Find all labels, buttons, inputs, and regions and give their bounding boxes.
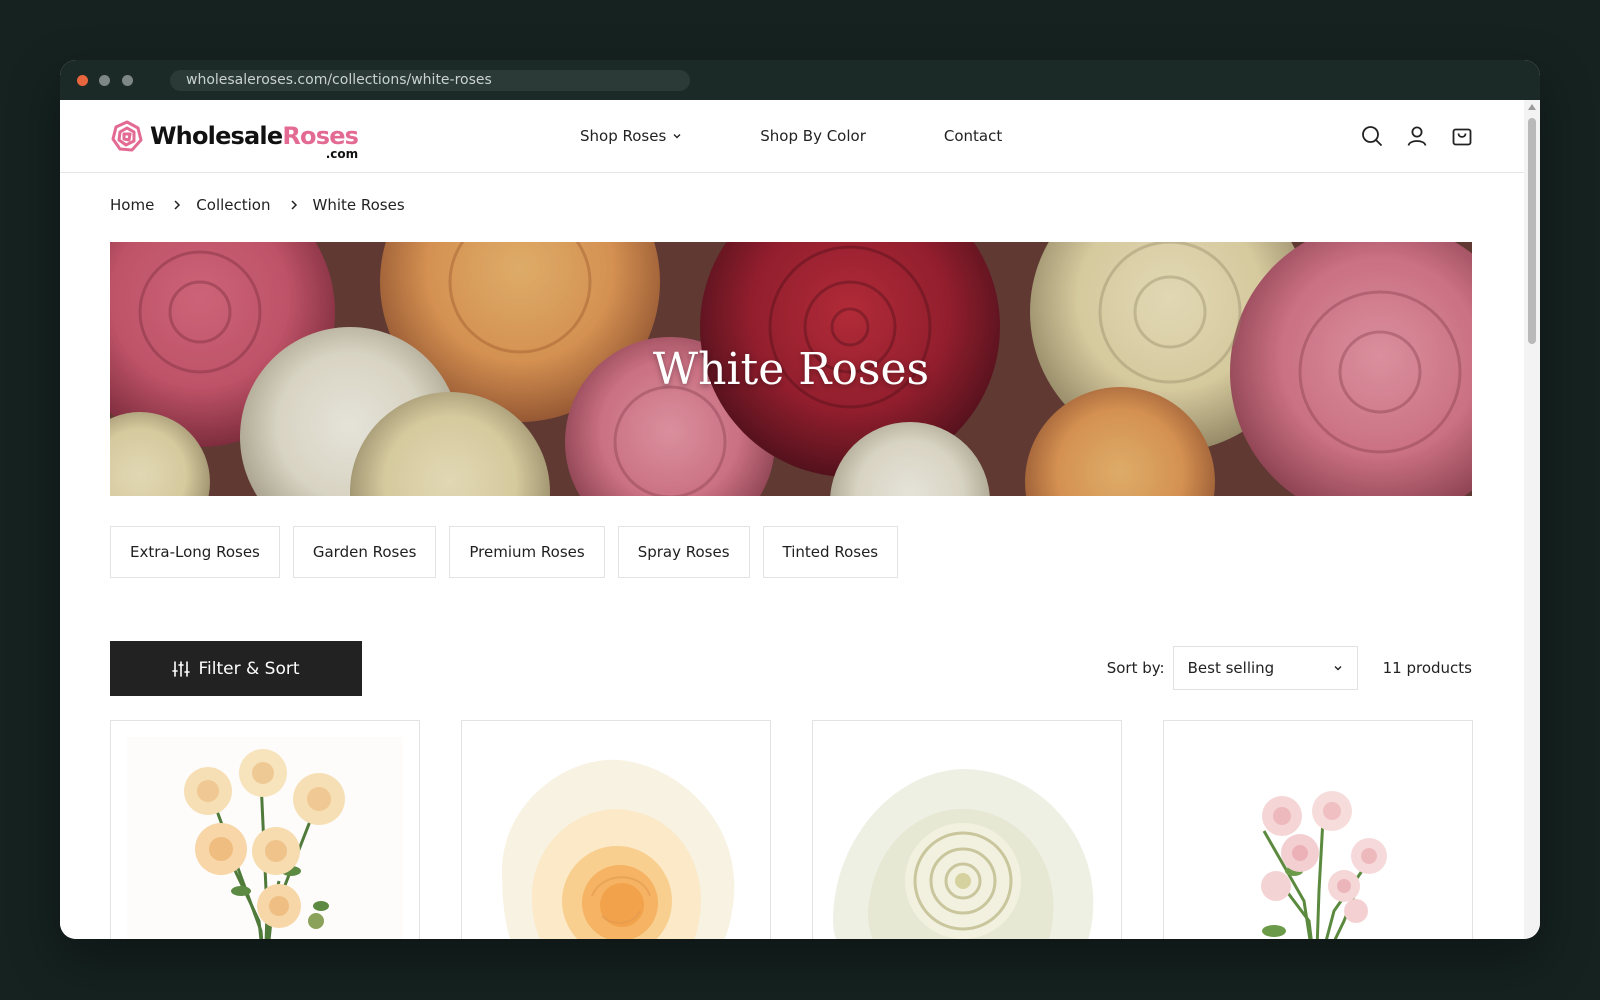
breadcrumb: Home Collection White Roses xyxy=(110,196,405,214)
category-tinted-roses[interactable]: Tinted Roses xyxy=(762,526,899,578)
product-image xyxy=(1164,721,1472,939)
product-image xyxy=(462,721,770,939)
filter-sort-button[interactable]: Filter & Sort xyxy=(110,641,362,696)
sort-select[interactable]: Best selling xyxy=(1172,646,1358,690)
nav-shop-by-color[interactable]: Shop By Color xyxy=(760,127,866,145)
product-card[interactable] xyxy=(461,720,771,939)
collection-hero-banner: White Roses xyxy=(110,242,1472,496)
main-nav: Shop Roses Shop By Color Contact xyxy=(580,100,1080,172)
logo-text-accent: Roses xyxy=(282,122,359,150)
chevron-down-icon xyxy=(673,134,681,139)
minimize-window-button[interactable] xyxy=(99,75,110,86)
cart-icon[interactable] xyxy=(1450,124,1474,148)
category-extra-long-roses[interactable]: Extra-Long Roses xyxy=(110,526,280,578)
logo-suffix: .com xyxy=(325,147,359,161)
browser-chrome: wholesaleroses.com/collections/white-ros… xyxy=(60,60,1540,100)
sort-selected-value: Best selling xyxy=(1187,659,1275,677)
nav-contact[interactable]: Contact xyxy=(944,127,1002,145)
logo-wordmark: WholesaleRoses xyxy=(150,122,359,150)
breadcrumb-current: White Roses xyxy=(312,196,405,214)
nav-contact-label: Contact xyxy=(943,127,1003,145)
product-card[interactable] xyxy=(110,720,420,939)
subcategory-list: Extra-Long Roses Garden Roses Premium Ro… xyxy=(110,526,911,578)
chevron-down-icon xyxy=(1334,666,1342,671)
category-garden-roses[interactable]: Garden Roses xyxy=(292,526,437,578)
page-scrollbar[interactable] xyxy=(1524,100,1540,939)
close-window-button[interactable] xyxy=(77,75,88,86)
product-count: 11 products xyxy=(1382,659,1472,677)
page-viewport: WholesaleRoses .com Shop Roses Shop By C… xyxy=(60,100,1524,939)
nav-shop-by-color-label: Shop By Color xyxy=(760,127,866,145)
nav-shop-roses[interactable]: Shop Roses xyxy=(580,127,682,145)
product-grid xyxy=(110,720,1514,939)
chevron-right-icon xyxy=(290,200,297,210)
site-logo[interactable]: WholesaleRoses .com xyxy=(110,117,359,161)
category-premium-roses[interactable]: Premium Roses xyxy=(449,526,605,578)
sort-label: Sort by: xyxy=(1106,659,1165,677)
site-header: WholesaleRoses .com Shop Roses Shop By C… xyxy=(60,100,1524,173)
breadcrumb-home[interactable]: Home xyxy=(110,196,154,214)
category-spray-roses[interactable]: Spray Roses xyxy=(617,526,750,578)
maximize-window-button[interactable] xyxy=(122,75,133,86)
logo-text-primary: Wholesale xyxy=(150,122,283,150)
address-bar[interactable]: wholesaleroses.com/collections/white-ros… xyxy=(170,70,690,91)
product-card[interactable] xyxy=(812,720,1122,939)
scroll-up-arrow-icon[interactable] xyxy=(1528,104,1536,110)
chevron-right-icon xyxy=(174,200,181,210)
breadcrumb-collection[interactable]: Collection xyxy=(196,196,270,214)
product-image xyxy=(127,737,403,939)
collection-title: White Roses xyxy=(652,343,930,395)
header-icons xyxy=(1339,124,1474,148)
account-icon[interactable] xyxy=(1405,124,1429,148)
search-icon[interactable] xyxy=(1360,124,1384,148)
sort-bar: Sort by: Best selling 11 products xyxy=(1107,646,1472,690)
browser-window: wholesaleroses.com/collections/white-ros… xyxy=(60,60,1540,939)
sliders-icon xyxy=(172,660,191,677)
product-image xyxy=(813,721,1121,939)
filter-sort-label: Filter & Sort xyxy=(198,658,300,679)
rose-logo-icon xyxy=(111,120,143,152)
product-card[interactable] xyxy=(1163,720,1473,939)
scrollbar-thumb[interactable] xyxy=(1528,118,1536,344)
nav-shop-roses-label: Shop Roses xyxy=(580,127,667,145)
